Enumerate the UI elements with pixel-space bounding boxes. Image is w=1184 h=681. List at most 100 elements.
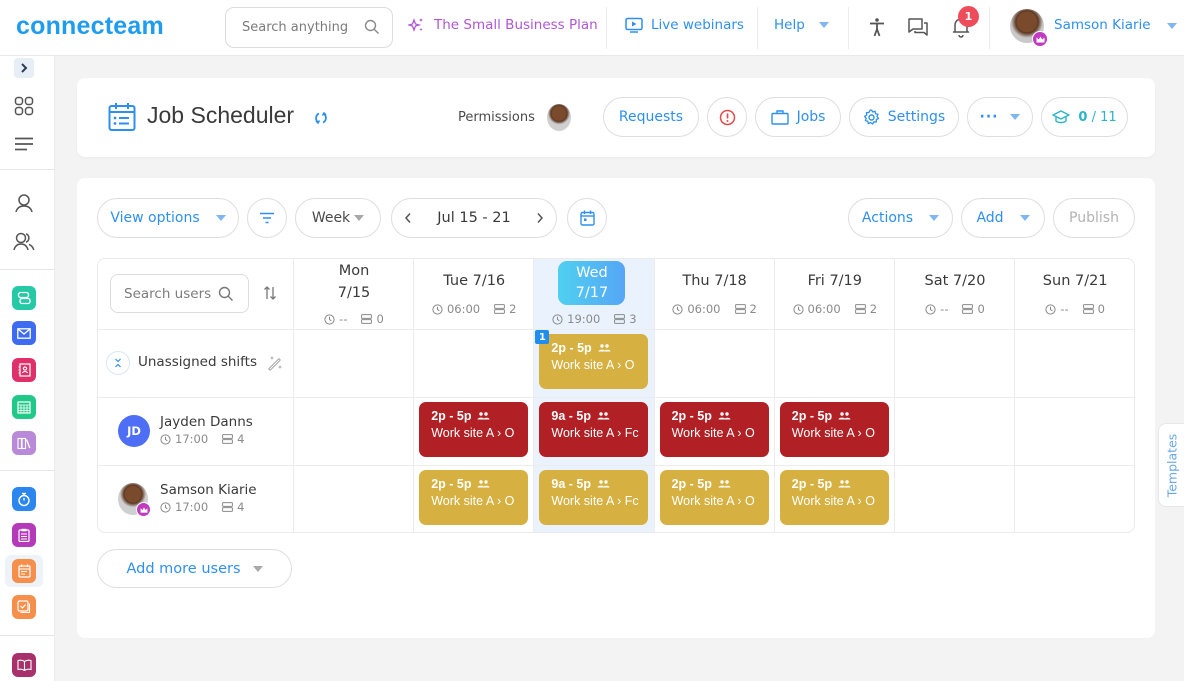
day-name: Wed [576,265,608,281]
chevron-left-icon[interactable] [404,212,412,224]
sidebar-app-job-scheduler[interactable] [12,559,36,583]
shift-card[interactable]: 2p - 5p Work site A › O [779,470,889,525]
view-mode-dropdown[interactable]: Week [295,198,381,238]
magic-wand-icon[interactable] [267,355,283,371]
shift-card[interactable]: 2p - 5p Work site A › O [659,470,769,525]
day-header[interactable]: Thu 7/18 06:00 2 [655,259,775,329]
publish-button[interactable]: Publish [1053,198,1135,238]
day-header[interactable]: Fri 7/19 06:00 2 [775,259,895,329]
sidebar-app-tasks[interactable] [12,595,36,619]
user-name[interactable]: Jayden Danns [160,414,253,430]
connecteam-logo[interactable]: connecteam [16,12,164,41]
day-header[interactable]: Sun 7/21 -- 0 [1015,259,1134,329]
user-menu[interactable]: Samson Kiarie [1054,17,1177,33]
live-webinars-link[interactable]: Live webinars [625,17,744,33]
shift-card[interactable]: 9a - 5p Work site A › Fc [539,470,649,525]
search-users-input[interactable]: Search users [110,274,249,313]
sidebar-app-time-clock[interactable] [12,487,36,511]
user-avatar[interactable] [1010,9,1048,47]
actions-dropdown[interactable]: Actions [848,198,953,238]
templates-side-tab[interactable]: Templates [1158,423,1184,507]
shift-card[interactable]: 2p - 5p Work site A › O [419,470,529,525]
briefcase-icon [770,109,789,125]
chat-button[interactable] [906,15,930,39]
day-header[interactable]: Wed 7/17 19:00 3 [534,259,654,329]
page-title: Job Scheduler [147,102,295,128]
shift-location: Work site A › O [431,426,515,440]
add-label: Add [976,210,1004,226]
group-icon [597,480,610,488]
user-avatar[interactable] [118,483,151,517]
collapse-icon [115,358,121,368]
day-header[interactable]: Mon 7/15 -- 0 [294,259,414,329]
onboarding-progress-button[interactable]: 0 / 11 [1041,97,1128,137]
shift-time: 2p - 5p [431,409,472,423]
sidebar-app-courses[interactable] [12,653,36,677]
chevron-right-icon[interactable] [536,212,544,224]
divider [606,7,607,49]
day-header[interactable]: Sat 7/20 -- 0 [895,259,1015,329]
sidebar-app-chat[interactable] [12,286,36,310]
sidebar-app-knowledge[interactable] [12,431,36,455]
user-avatar[interactable]: JD [118,415,150,447]
shift-card[interactable]: 2p - 5p Work site A › O [539,334,649,389]
sidebar-app-updates[interactable] [12,321,36,345]
gear-icon [863,108,879,125]
sidebar-item-user[interactable] [12,191,36,215]
calendar-icon [579,210,595,226]
shift-time: 9a - 5p [551,409,591,423]
permissions-avatar[interactable] [547,104,571,131]
day-hours: -- [339,312,348,326]
date-picker-button[interactable] [567,198,607,238]
day-header[interactable]: Tue 7/16 06:00 2 [414,259,534,329]
sort-icon[interactable] [263,285,277,301]
sync-icon[interactable] [314,111,328,125]
accessibility-button[interactable] [865,15,889,39]
user-summary: 17:00 4 [160,432,253,446]
user-shift-count: 4 [237,500,245,514]
sidebar-app-events[interactable] [12,395,36,419]
chat-bubbles-icon [17,291,31,305]
day-label: Sat 7/20 [924,273,986,289]
shift-card[interactable]: 2p - 5p Work site A › O [419,402,529,457]
more-options-button[interactable]: ··· [967,97,1033,137]
day-shift-count: 0 [1097,302,1105,316]
view-options-dropdown[interactable]: View options [97,198,239,238]
shift-card[interactable]: 2p - 5p Work site A › O [779,402,889,457]
collapse-unassigned-button[interactable] [106,351,130,375]
day-hours: 06:00 [807,302,841,316]
group-icon [838,412,851,420]
group-icon [477,412,490,420]
sidebar-item-users[interactable] [12,229,36,253]
expand-sidebar-button[interactable] [14,58,34,78]
add-more-users-dropdown[interactable]: Add more users [97,549,292,588]
day-shift-count: 2 [749,302,757,316]
shift-card[interactable]: 2p - 5p Work site A › O [659,402,769,457]
sidebar-item-apps-grid[interactable] [12,94,36,118]
chevron-down-icon [818,22,829,28]
templates-label: Templates [1164,433,1179,497]
add-dropdown[interactable]: Add [961,198,1045,238]
small-business-plan-link[interactable]: The Small Business Plan [408,17,598,33]
permissions-label[interactable]: Permissions [458,110,535,125]
shift-location: Work site A › Fc [551,494,639,508]
alerts-button[interactable] [707,97,747,137]
plan-label: The Small Business Plan [434,17,598,33]
day-hours: 06:00 [687,302,721,316]
filter-button[interactable] [247,198,287,238]
sidebar-app-directory[interactable] [12,358,36,382]
sidebar-item-menu[interactable] [12,132,36,156]
group-icon [477,480,490,488]
sidebar-divider [0,635,54,636]
settings-button[interactable]: Settings [849,97,959,137]
shifts-icon [222,502,234,512]
requests-button[interactable]: Requests [603,97,699,137]
date-range-label[interactable]: Jul 15 - 21 [437,210,510,226]
shift-card[interactable]: 9a - 5p Work site A › Fc [539,402,649,457]
sidebar-app-forms[interactable] [12,523,36,547]
help-menu[interactable]: Help [774,17,829,33]
user-name[interactable]: Samson Kiarie [160,482,257,498]
jobs-button[interactable]: Jobs [755,97,841,137]
global-search-input[interactable]: Search anything [225,7,393,48]
day-label: Tue 7/16 [443,273,506,289]
